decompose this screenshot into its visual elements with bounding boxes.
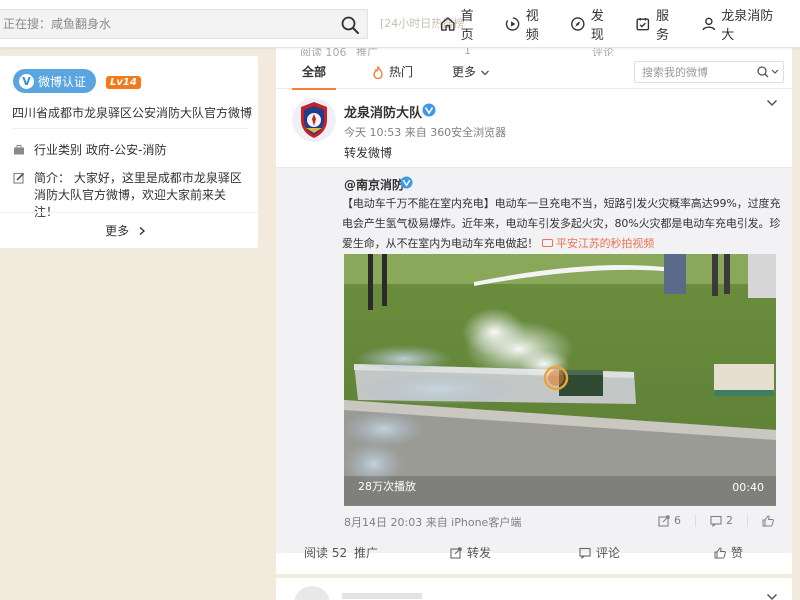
thumbs-up-icon	[762, 514, 774, 526]
edit-icon	[13, 172, 25, 184]
author-avatar[interactable]	[292, 98, 336, 142]
original-post-actions: 6 2	[644, 514, 778, 527]
nav-profile-label: 龙泉消防大	[721, 9, 774, 43]
divider	[12, 128, 248, 129]
chevron-down-icon	[481, 70, 489, 75]
next-post-avatar[interactable]	[294, 586, 330, 600]
nav-discover[interactable]: 发现	[570, 5, 613, 43]
author-name[interactable]: 龙泉消防大队	[344, 102, 422, 121]
nav-home[interactable]: 首页	[440, 5, 483, 43]
post-menu-chevron-icon[interactable]	[766, 98, 778, 108]
repost-label: 转发	[467, 546, 492, 560]
post-menu-chevron-icon[interactable]	[766, 592, 778, 600]
share-icon	[658, 514, 670, 527]
feed-tabs: 全部 热门 更多	[276, 56, 792, 90]
original-repost-button[interactable]: 6	[658, 514, 681, 527]
global-search-box	[0, 9, 368, 39]
service-icon	[636, 17, 650, 31]
post-meta: 今天 10:53 来自 360安全浏览器	[344, 126, 507, 139]
tab-hot-label: 热门	[389, 65, 414, 79]
intro-text: 简介： 大家好，这里是成都市龙泉驿区消防大队官方微博，欢迎大家前来关注！	[34, 171, 242, 219]
like-label: 赞	[731, 546, 744, 560]
original-comment-count: 2	[726, 514, 733, 527]
video-player[interactable]: 28万次播放 00:40	[344, 254, 776, 506]
video-view-count: 28万次播放	[358, 480, 416, 493]
nav-profile[interactable]: 龙泉消防大	[701, 5, 778, 43]
verified-v-icon	[422, 103, 436, 117]
share-icon	[450, 546, 462, 559]
nav-discover-label: 发现	[590, 9, 604, 43]
original-repost-count: 6	[674, 514, 681, 527]
search-dropdown-icon[interactable]	[756, 65, 780, 79]
post-text: 转发微博	[344, 146, 393, 160]
nav-service[interactable]: 服务	[635, 5, 678, 43]
user-icon	[702, 17, 715, 31]
verify-label: 微博认证	[38, 74, 87, 89]
industry-row: 行业类别 政府-公安-消防	[12, 142, 246, 159]
read-count: 阅读 52	[304, 544, 347, 561]
tab-more-label: 更多	[452, 65, 477, 79]
verified-v-icon: V	[19, 73, 34, 89]
intro-row: 简介： 大家好，这里是成都市龙泉驿区消防大队官方微博，欢迎大家前来关注！	[12, 170, 246, 221]
divider	[695, 514, 696, 527]
video-frame-image	[344, 254, 776, 506]
level-badge[interactable]: Lv14	[106, 76, 141, 89]
read-count-text: 阅读 52	[304, 546, 348, 560]
promote-button[interactable]: 推广	[354, 544, 378, 561]
my-weibo-search	[634, 61, 784, 83]
repost-button[interactable]: 转发	[450, 544, 491, 561]
original-post-meta: 8月14日 20:03 来自 iPhone客户端	[344, 516, 522, 529]
next-post-placeholder	[342, 593, 422, 599]
flame-icon	[373, 66, 383, 79]
divider	[0, 212, 258, 213]
home-icon	[441, 17, 455, 31]
comment-button[interactable]: 评论	[579, 544, 620, 561]
nav-home-label: 首页	[460, 9, 474, 43]
reposted-text: 【电动车千万不能在室内充电】电动车一旦充电不当，短路引发火灾概率高达99%，过度…	[342, 194, 782, 254]
divider	[747, 514, 748, 527]
tab-hot[interactable]: 热门	[372, 56, 413, 89]
thumbs-up-icon	[714, 546, 726, 558]
tab-all[interactable]: 全部	[292, 56, 336, 90]
original-comment-button[interactable]: 2	[710, 514, 733, 527]
next-post-card	[276, 578, 792, 600]
video-icon	[505, 17, 520, 31]
chevron-right-icon	[139, 226, 145, 236]
industry-text: 行业类别 政府-公安-消防	[34, 143, 167, 157]
verified-v-icon	[400, 176, 413, 189]
briefcase-icon	[14, 145, 24, 155]
video-source-link[interactable]: 平安江苏的秒拍视频	[541, 237, 655, 250]
reposted-content: @南京消防 【电动车千万不能在室内充电】电动车一旦充电不当，短路引发火灾概率高达…	[276, 167, 792, 553]
nav-video[interactable]: 视频	[505, 5, 548, 43]
like-button[interactable]: 赞	[714, 544, 743, 561]
video-duration: 00:40	[732, 481, 764, 494]
main-nav: 首页 视频 发现 服务 龙泉消防大	[440, 0, 800, 48]
original-author-link[interactable]: @南京消防	[344, 176, 404, 193]
promote-label: 推广	[354, 546, 379, 560]
nav-service-label: 服务	[656, 9, 670, 43]
profile-info-card: V 微博认证 Lv14 四川省成都市龙泉驿区公安消防大队官方微博 行业类别 政府…	[0, 56, 258, 248]
video-link-icon	[541, 239, 553, 247]
weibo-feed: 全部 热门 更多 搜索我的微博 龙泉消防大队 今天 10:53 来自 360安全…	[276, 56, 792, 574]
global-search-input[interactable]	[0, 10, 327, 38]
search-icon[interactable]	[339, 14, 361, 36]
more-profile-link[interactable]: 更多	[0, 222, 258, 239]
comment-label: 评论	[596, 546, 621, 560]
compass-icon	[571, 17, 585, 31]
verification-description: 四川省成都市龙泉驿区公安消防大队官方微博	[12, 106, 253, 120]
comment-icon	[579, 547, 591, 559]
fire-department-emblem-icon	[292, 98, 336, 142]
comment-icon	[710, 515, 722, 527]
nav-video-label: 视频	[525, 9, 539, 43]
original-like-button[interactable]	[762, 514, 778, 527]
tab-more[interactable]: 更多	[452, 56, 490, 89]
video-source-link-text: 平安江苏的秒拍视频	[556, 237, 655, 250]
my-weibo-search-input[interactable]	[635, 62, 755, 82]
weibo-verify-badge[interactable]: V 微博认证	[13, 69, 97, 93]
more-label: 更多	[105, 224, 130, 238]
top-navigation-bar: [24小时日热搜榜 首页 视频 发现	[0, 0, 800, 48]
